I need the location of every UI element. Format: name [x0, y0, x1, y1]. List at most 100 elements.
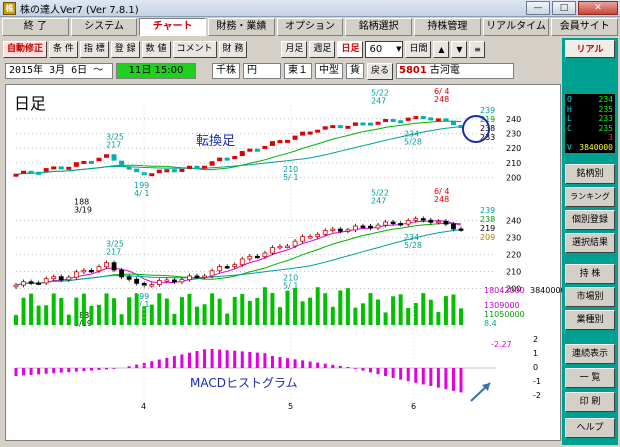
chart-area[interactable]: 日足 転換足 MACDヒストグラム 240 230 220 210 200 239 219 2… — [5, 84, 566, 442]
candle — [337, 125, 343, 129]
volume-bar — [225, 313, 230, 325]
macd-bar — [293, 359, 297, 368]
finance-button[interactable]: 財 務 — [218, 40, 248, 58]
y-tick-label: 220 — [506, 144, 521, 153]
macd-bar — [29, 368, 33, 375]
volume-bar — [59, 297, 64, 325]
auto-correct-button[interactable]: 自動修正 — [3, 40, 48, 58]
macd-bar — [331, 364, 335, 368]
candle — [428, 219, 434, 223]
candle — [322, 126, 328, 130]
candle — [277, 140, 283, 144]
day-count-select[interactable]: 60 — [365, 40, 404, 58]
candle — [81, 160, 87, 164]
volume-bar — [149, 304, 154, 325]
menu-chart[interactable]: チャート — [139, 18, 207, 36]
legend-value: 209 — [480, 233, 495, 242]
rp-button-market[interactable]: 市場別 — [565, 287, 615, 307]
menu-icon[interactable]: ≡ — [469, 40, 486, 58]
candle — [435, 220, 441, 224]
realtime-button[interactable]: リアル — [565, 40, 615, 58]
candle — [111, 262, 117, 271]
candle — [149, 173, 155, 177]
rp-button-help[interactable]: ヘルプ — [565, 418, 615, 438]
menu-bar: 終 了 システム チャート 財務・業績 オプション 銘柄選択 持株管理 リアルタ… — [0, 17, 620, 37]
currency-select[interactable]: 円 — [243, 63, 281, 79]
rp-button-holdings[interactable]: 持 株 — [565, 264, 615, 284]
rp-button-list[interactable]: 一 覧 — [565, 368, 615, 388]
date-field[interactable]: 2015年 3月 6日 〜 — [5, 63, 113, 79]
macd-bar — [346, 367, 350, 368]
menu-member-site[interactable]: 会員サイト — [551, 18, 619, 36]
legend-value: 239 — [480, 206, 495, 215]
menu-holdings[interactable]: 持株管理 — [414, 18, 481, 36]
macd-bar — [361, 368, 365, 371]
volume-bar — [391, 296, 396, 325]
marker-date: 4/ 1 — [134, 189, 149, 198]
stock-code-field[interactable]: 5801 古河電 — [396, 63, 515, 79]
annotation-tenkan: 転換足 — [196, 134, 235, 149]
minimize-button[interactable]: — — [526, 1, 550, 15]
volume-bar — [104, 293, 109, 325]
macd-bar — [89, 368, 93, 371]
values-button[interactable]: 数 値 — [141, 40, 171, 58]
macd-bar — [74, 368, 78, 372]
volume-bar — [360, 303, 365, 325]
candle — [262, 252, 268, 257]
close-button[interactable]: ✕ — [578, 1, 618, 15]
candle — [405, 117, 411, 121]
candle — [300, 236, 306, 242]
macd-bar — [316, 362, 320, 368]
volume-bar — [134, 293, 139, 325]
menu-realtime[interactable]: リアルタイム — [482, 18, 550, 36]
rp-button-continuous[interactable]: 連続表示 — [565, 344, 615, 364]
candle — [217, 266, 223, 272]
daily-button[interactable]: 日足 — [337, 40, 364, 58]
price-chart[interactable]: 日足 転換足 MACDヒストグラム 2402302202102002392192… — [6, 85, 566, 442]
maximize-button[interactable]: □ — [552, 1, 576, 15]
ma-line — [15, 120, 462, 176]
macd-bar — [459, 368, 463, 393]
menu-exit[interactable]: 終 了 — [2, 18, 69, 36]
monthly-button[interactable]: 月足 — [281, 40, 308, 58]
menu-stock-select[interactable]: 銘柄選択 — [345, 18, 413, 36]
comment-button[interactable]: コメント — [172, 40, 217, 58]
volume-bar — [436, 312, 441, 325]
candle — [285, 139, 291, 143]
menu-financials[interactable]: 財務・業績 — [208, 18, 275, 36]
volume-bar — [270, 292, 275, 325]
macd-bar — [105, 368, 109, 370]
quote-row-volume: V 3840000 — [567, 142, 613, 152]
volume-bar — [345, 288, 350, 325]
rp-button-print[interactable]: 印 刷 — [565, 392, 615, 412]
rp-button-industry[interactable]: 業種別 — [565, 310, 615, 330]
down-arrow-icon[interactable]: ▼ — [451, 40, 468, 58]
rp-button-stock[interactable]: 銘柄別 — [565, 164, 615, 184]
back-button[interactable]: 戻る — [367, 62, 394, 80]
menu-options[interactable]: オプション — [276, 18, 344, 36]
title-bar: 株 株の達人Ver7 (Ver 7.8.1) — □ ✕ — [0, 0, 620, 17]
volume-low: 11050000 — [484, 310, 525, 319]
rp-button-ranking[interactable]: ランキング — [565, 187, 615, 207]
candle — [458, 228, 464, 231]
candle — [352, 122, 358, 126]
indicators-button[interactable]: 指 標 — [79, 40, 109, 58]
annotation-macd: MACDヒストグラム — [190, 376, 298, 390]
candle — [398, 223, 404, 226]
candle — [247, 148, 253, 152]
marker-price: 217 — [106, 141, 121, 150]
candle — [428, 117, 434, 121]
rp-button-results[interactable]: 選択結果 — [565, 233, 615, 253]
register-button[interactable]: 登 録 — [110, 40, 140, 58]
volume-max: 18042000 — [484, 286, 525, 295]
candle — [126, 166, 132, 170]
conditions-button[interactable]: 条 件 — [49, 40, 78, 58]
volume-bar — [217, 298, 222, 325]
rp-button-individual[interactable]: 個別登録 — [565, 210, 615, 230]
menu-system[interactable]: システム — [70, 18, 138, 36]
up-arrow-icon[interactable]: ▲ — [433, 40, 450, 58]
candle — [58, 276, 64, 281]
weekly-button[interactable]: 週足 — [309, 40, 336, 58]
candle — [21, 281, 26, 286]
candle — [13, 173, 19, 177]
